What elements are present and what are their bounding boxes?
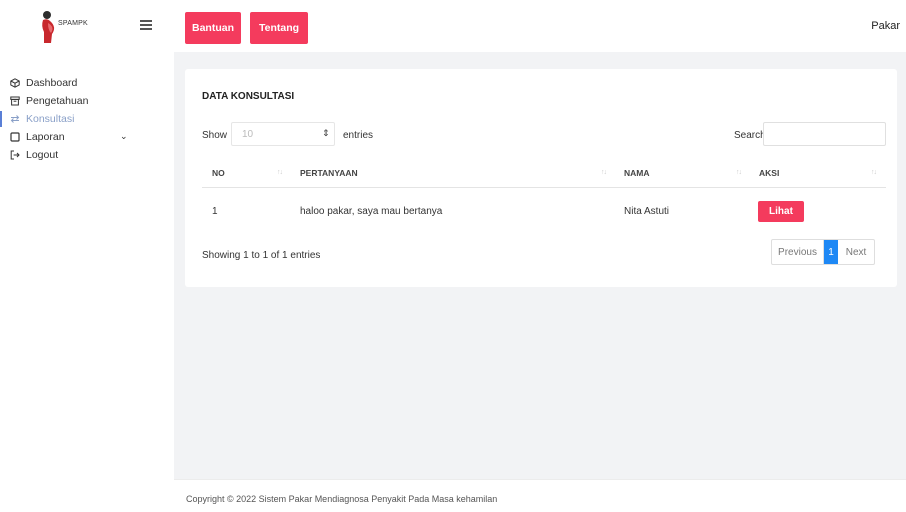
sidebar-menu: Dashboard Pengetahuan Konsultasi Laporan… <box>0 74 174 164</box>
table-header-divider <box>202 187 886 188</box>
sort-icon[interactable]: ↑↓ <box>277 169 283 176</box>
sidebar-item-konsultasi[interactable]: Konsultasi <box>0 110 174 128</box>
chevron-down-icon: ⌄ <box>120 131 128 141</box>
sort-icon[interactable]: ↑↓ <box>736 169 742 176</box>
menu-toggle-icon[interactable] <box>140 20 152 30</box>
show-label: Show <box>202 130 228 141</box>
sidebar-item-label: Dashboard <box>26 77 78 89</box>
footer: Copyright © 2022 Sistem Pakar Mendiagnos… <box>174 479 906 512</box>
entries-select[interactable]: 10 ⇕ <box>231 122 335 146</box>
copyright-text: Copyright © 2022 Sistem Pakar Mendiagnos… <box>186 494 498 504</box>
entries-label: entries <box>343 130 374 141</box>
sidebar-item-pengetahuan[interactable]: Pengetahuan <box>0 92 174 110</box>
table-info: Showing 1 to 1 of 1 entries <box>202 250 321 261</box>
cell-nama: Nita Astuti <box>624 206 670 217</box>
sidebar-item-label: Pengetahuan <box>26 95 89 107</box>
square-icon <box>9 131 20 142</box>
select-caret-icon: ⇕ <box>322 128 330 138</box>
column-header-pertanyaan[interactable]: PERTANYAAN <box>300 168 358 178</box>
previous-page-button[interactable]: Previous <box>772 240 824 264</box>
brand-name: SPAMPK <box>58 20 88 27</box>
card-title: DATA KONSULTASI <box>202 91 295 102</box>
search-input[interactable] <box>763 122 886 146</box>
user-menu[interactable]: Pakar <box>871 20 900 32</box>
lihat-button[interactable]: Lihat <box>758 201 804 222</box>
sidebar-item-dashboard[interactable]: Dashboard <box>0 74 174 92</box>
sidebar-item-label: Konsultasi <box>26 113 75 125</box>
column-header-nama[interactable]: NAMA <box>624 168 650 178</box>
sidebar-item-label: Logout <box>26 149 59 161</box>
box-icon <box>9 77 20 88</box>
sidebar-item-laporan[interactable]: Laporan ⌄ <box>0 128 174 146</box>
pagination: Previous 1 Next <box>771 239 875 265</box>
entries-value: 10 <box>242 129 254 140</box>
column-header-aksi[interactable]: AKSI <box>759 168 779 178</box>
sort-icon[interactable]: ↑↓ <box>601 169 607 176</box>
page-1-button[interactable]: 1 <box>824 240 838 264</box>
tentang-button[interactable]: Tentang <box>250 12 308 44</box>
logout-icon <box>9 149 20 160</box>
column-header-no[interactable]: NO <box>212 168 225 178</box>
cell-no: 1 <box>212 206 218 217</box>
sidebar: SPAMPK Dashboard Pengetahuan Konsultasi <box>0 0 174 512</box>
sidebar-item-label: Laporan <box>26 131 65 143</box>
bantuan-button[interactable]: Bantuan <box>185 12 241 44</box>
next-page-button[interactable]: Next <box>838 240 874 264</box>
konsultasi-card: DATA KONSULTASI Show 10 ⇕ entries Search… <box>185 69 897 287</box>
transfer-icon <box>9 113 20 124</box>
sort-icon[interactable]: ↑↓ <box>871 169 877 176</box>
archive-icon <box>9 95 20 106</box>
pregnant-woman-logo-icon <box>42 11 55 43</box>
sidebar-item-logout[interactable]: Logout <box>0 146 174 164</box>
cell-pertanyaan: haloo pakar, saya mau bertanya <box>300 206 443 217</box>
topbar: Bantuan Tentang Pakar <box>174 0 906 52</box>
